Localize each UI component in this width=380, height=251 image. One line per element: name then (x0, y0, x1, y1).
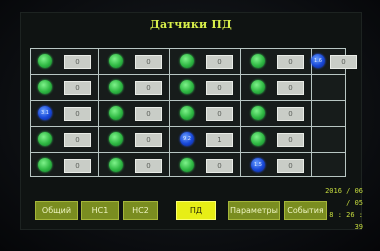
hmi-screen: Датчики ПД 0 0 0 0 1.6 0 0 0 0 0 3.1 0 0 0 0 0 0 9.2 1 0 0 0 0… (20, 12, 363, 231)
status-indicator-icon (109, 54, 123, 68)
status-indicator-icon (180, 158, 194, 172)
status-indicator-icon (109, 80, 123, 94)
status-indicator-icon (251, 80, 265, 94)
sensor-cell: 0 (175, 104, 242, 123)
status-indicator-icon (251, 132, 265, 146)
status-indicator-icon (180, 54, 194, 68)
status-indicator-icon: 1.6 (311, 54, 325, 68)
sensor-cell: 0 (104, 104, 171, 123)
sensor-value-field[interactable]: 0 (135, 81, 162, 95)
status-indicator-icon: 3.1 (38, 106, 52, 120)
status-indicator-icon (38, 158, 52, 172)
sensor-grid: 0 0 0 0 1.6 0 0 0 0 0 3.1 0 0 0 0 0 0 9.2 1 0 0 0 0 1.5 0 (30, 48, 357, 177)
sensor-cell: 9.2 1 (175, 130, 242, 149)
sensor-cell: 0 (246, 104, 313, 123)
sensor-cell: 1.5 0 (246, 156, 313, 175)
grid-divider (31, 126, 345, 127)
grid-divider (31, 100, 345, 101)
sensor-value-field[interactable]: 0 (206, 55, 233, 69)
sensor-value-field[interactable]: 0 (330, 55, 357, 69)
sensor-cell: 0 (175, 156, 242, 175)
status-indicator-icon (180, 106, 194, 120)
sensor-value-field[interactable]: 0 (206, 81, 233, 95)
sensor-value-field[interactable]: 0 (206, 159, 233, 173)
sensor-cell: 0 (246, 130, 313, 149)
sensor-value-field[interactable]: 0 (64, 55, 91, 69)
sensor-cell: 3.1 0 (33, 104, 100, 123)
tab-button[interactable]: Общий (35, 201, 78, 220)
sensor-cell: 0 (175, 52, 242, 71)
tab-button[interactable]: НС2 (123, 201, 158, 220)
sensor-cell: 0 (104, 78, 171, 97)
indicator-label: 9.2 (183, 136, 191, 142)
tab-button[interactable]: Параметры (228, 201, 280, 220)
status-indicator-icon (109, 132, 123, 146)
tab-button[interactable]: ПД (176, 201, 216, 220)
sensor-cell: 1.6 0 (306, 52, 373, 71)
sensor-cell: 0 (104, 52, 171, 71)
sensor-cell: 0 (175, 78, 242, 97)
status-indicator-icon (251, 106, 265, 120)
status-indicator-icon (251, 54, 265, 68)
sensor-value-field[interactable]: 0 (64, 107, 91, 121)
sensor-value-field[interactable]: 1 (206, 133, 233, 147)
status-indicator-icon (38, 54, 52, 68)
status-indicator-icon: 9.2 (180, 132, 194, 146)
sensor-cell: 0 (33, 130, 100, 149)
sensor-value-field[interactable]: 0 (277, 55, 304, 69)
sensor-value-field[interactable]: 0 (135, 159, 162, 173)
sensor-value-field[interactable]: 0 (206, 107, 233, 121)
status-indicator-icon (109, 106, 123, 120)
sensor-cell: 0 (33, 156, 100, 175)
sensor-value-field[interactable]: 0 (277, 159, 304, 173)
page-title: Датчики ПД (149, 18, 233, 31)
indicator-label: 3.1 (41, 110, 49, 116)
sensor-cell: 0 (246, 52, 313, 71)
sensor-cell: 0 (104, 130, 171, 149)
indicator-label: 1.6 (314, 58, 322, 64)
sensor-value-field[interactable]: 0 (277, 81, 304, 95)
status-indicator-icon (109, 158, 123, 172)
sensor-value-field[interactable]: 0 (277, 133, 304, 147)
sensor-cell: 0 (104, 156, 171, 175)
status-indicator-icon: 1.5 (251, 158, 265, 172)
sensor-cell: 0 (246, 78, 313, 97)
sensor-value-field[interactable]: 0 (64, 81, 91, 95)
sensor-cell: 0 (33, 78, 100, 97)
indicator-label: 1.5 (254, 162, 262, 168)
sensor-value-field[interactable]: 0 (64, 133, 91, 147)
sensor-value-field[interactable]: 0 (64, 159, 91, 173)
status-indicator-icon (38, 80, 52, 94)
tab-button[interactable]: События (284, 201, 327, 220)
sensor-value-field[interactable]: 0 (135, 55, 162, 69)
tab-button[interactable]: НС1 (81, 201, 119, 220)
grid-divider (31, 152, 345, 153)
sensor-value-field[interactable]: 0 (135, 107, 162, 121)
status-indicator-icon (180, 80, 194, 94)
grid-divider (31, 74, 345, 75)
status-indicator-icon (38, 132, 52, 146)
sensor-value-field[interactable]: 0 (277, 107, 304, 121)
sensor-cell: 0 (33, 52, 100, 71)
sensor-value-field[interactable]: 0 (135, 133, 162, 147)
